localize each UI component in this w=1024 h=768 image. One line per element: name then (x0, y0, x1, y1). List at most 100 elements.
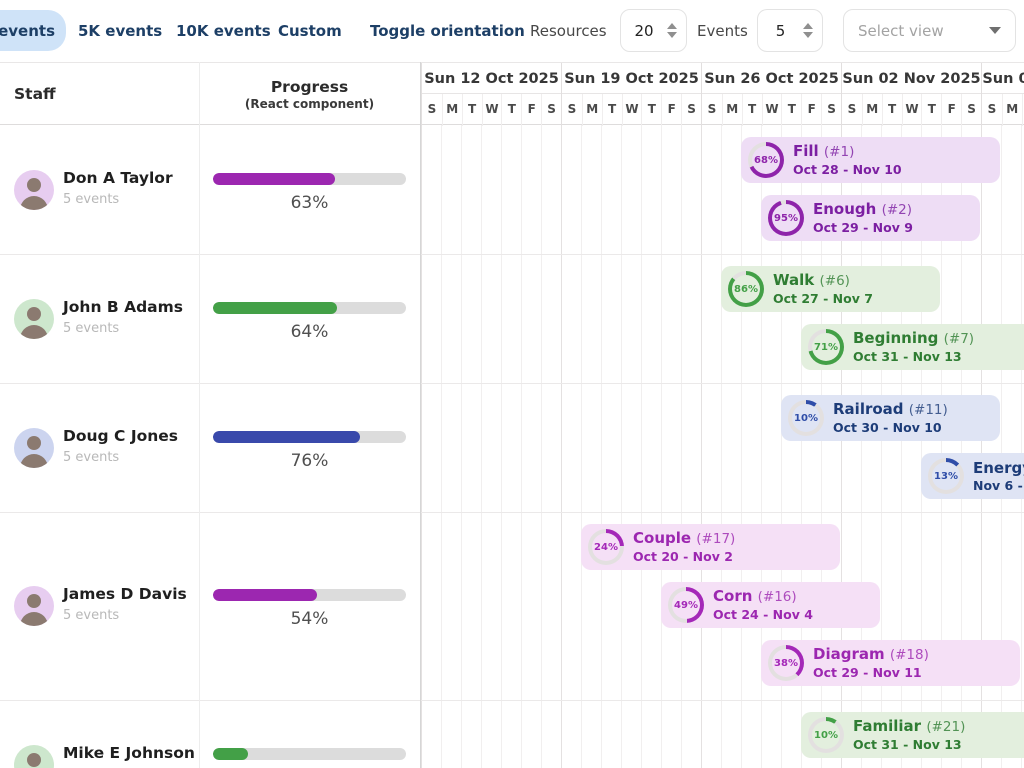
stepper-up-icon[interactable] (667, 23, 677, 29)
event-text: Corn (#16)Oct 24 - Nov 4 (713, 587, 813, 623)
day-header-cell[interactable]: T (641, 94, 661, 126)
progress-bar-fill (213, 173, 335, 185)
toggle-orientation-button[interactable]: Toggle orientation (370, 0, 525, 62)
event-percent-label: 10% (812, 721, 840, 749)
progress-header-title: Progress (271, 78, 348, 96)
day-header-cell[interactable]: T (602, 94, 622, 126)
day-header-cell[interactable]: F (661, 94, 681, 126)
day-header-cell[interactable]: W (762, 94, 782, 126)
day-header-cell[interactable]: M (442, 94, 462, 126)
day-header-cell[interactable]: S (681, 94, 701, 126)
tab-10k-events[interactable]: 10K events (176, 0, 271, 62)
panel-splitter[interactable] (420, 62, 421, 768)
progress-ring-icon: 86% (728, 271, 764, 307)
event-text: Enough (#2)Oct 29 - Nov 9 (813, 200, 913, 236)
grid-body: Don A Taylor 5 events 63% John B Adams 5 ev… (0, 125, 1024, 768)
staff-events-count: 5 events (63, 192, 119, 207)
day-header-cell[interactable]: S (541, 94, 561, 126)
avatar-person-icon (14, 745, 54, 768)
column-divider (199, 62, 200, 768)
resources-value[interactable]: 20 (621, 22, 667, 40)
week-header-cell[interactable]: Sun 02 Nov 2025SMTWTFS (841, 63, 981, 126)
day-header-cell[interactable]: W (902, 94, 922, 126)
day-header-cell[interactable]: S (702, 94, 722, 126)
day-header-cell[interactable]: W (622, 94, 642, 126)
week-label: Sun 26 Oct 2025 (702, 63, 841, 94)
tab-events-label: events (0, 22, 55, 40)
event-id-label: (#6) (819, 273, 849, 289)
day-header-cell[interactable]: T (742, 94, 762, 126)
day-header-cell[interactable]: F (801, 94, 821, 126)
day-header-cell[interactable]: M (722, 94, 742, 126)
tab-5k-events[interactable]: 5K events (78, 0, 162, 62)
event-bar[interactable]: 24%Couple (#17)Oct 20 - Nov 2 (581, 524, 840, 570)
resources-stepper-arrows (667, 23, 686, 38)
week-label: Sun 19 Oct 2025 (562, 63, 701, 94)
tab-custom[interactable]: Custom (278, 0, 342, 62)
stepper-down-icon[interactable] (667, 32, 677, 38)
day-header-cell[interactable]: S (961, 94, 981, 126)
event-bar[interactable]: 95%Enough (#2)Oct 29 - Nov 9 (761, 195, 980, 241)
staff-events-count: 5 events (63, 608, 119, 623)
day-header-cell[interactable]: F (941, 94, 961, 126)
progress-bar (213, 431, 406, 443)
day-header-cell[interactable]: M (1002, 94, 1022, 126)
event-dates-label: Oct 27 - Nov 7 (773, 291, 873, 307)
event-bar[interactable]: 38%Diagram (#18)Oct 29 - Nov 11 (761, 640, 1020, 686)
progress-bar-fill (213, 748, 248, 760)
day-header-cell[interactable]: S (842, 94, 862, 126)
progress-bar-fill (213, 302, 337, 314)
event-bar[interactable]: 10%Familiar (#21)Oct 31 - Nov 13 (801, 712, 1024, 758)
event-bar[interactable]: 10%Railroad (#11)Oct 30 - Nov 10 (781, 395, 1000, 441)
progress-bar (213, 173, 406, 185)
events-stepper[interactable]: 5 (757, 9, 823, 52)
week-header-cell[interactable]: Sun 19 Oct 2025SMTWTFS (561, 63, 701, 126)
events-value[interactable]: 5 (758, 22, 803, 40)
avatar-person-icon (14, 299, 54, 339)
staff-column-header[interactable]: Staff (14, 63, 56, 126)
progress-column-header[interactable]: Progress (React component) (199, 63, 420, 126)
day-header-cell[interactable]: S (821, 94, 841, 126)
row-separator (0, 254, 1024, 255)
event-bar[interactable]: 13%EnergyNov 6 - N (921, 453, 1024, 499)
event-bar[interactable]: 49% Corn (#16)Oct 24 - Nov 4 (661, 582, 880, 628)
progress-bar (213, 302, 406, 314)
event-percent-label: 49% (672, 591, 700, 619)
staff-name[interactable]: James D Davis (63, 585, 187, 603)
week-header-cell[interactable]: Sun 09 Nov 2025SMTWTFS (981, 63, 1024, 126)
day-header-cell[interactable]: T (462, 94, 482, 126)
day-header-cell[interactable]: T (501, 94, 521, 126)
event-percent-label: 68% (752, 146, 780, 174)
day-header-cell[interactable]: T (781, 94, 801, 126)
event-dates-label: Oct 29 - Nov 9 (813, 220, 913, 236)
progress-ring-icon: 24% (588, 529, 624, 565)
week-label: Sun 02 Nov 2025 (842, 63, 981, 94)
day-header-cell[interactable]: S (982, 94, 1002, 126)
day-header-cell[interactable]: W (482, 94, 502, 126)
staff-name[interactable]: Doug C Jones (63, 427, 178, 445)
stepper-down-icon[interactable] (803, 32, 813, 38)
staff-name[interactable]: Mike E Johnson (63, 744, 195, 762)
avatar-person-icon (14, 428, 54, 468)
select-view-dropdown[interactable]: Select view (843, 9, 1016, 52)
week-header-cell[interactable]: Sun 26 Oct 2025SMTWTFS (701, 63, 841, 126)
day-header-cell[interactable]: S (422, 94, 442, 126)
event-bar[interactable]: 71%Beginning (#7)Oct 31 - Nov 13 (801, 324, 1024, 370)
event-bar[interactable]: 86%Walk (#6)Oct 27 - Nov 7 (721, 266, 940, 312)
resources-stepper[interactable]: 20 (620, 9, 687, 52)
day-header-cell[interactable]: M (582, 94, 602, 126)
progress-percent-label: 63% (213, 193, 406, 213)
stepper-up-icon[interactable] (803, 23, 813, 29)
week-header-cell[interactable]: Sun 12 Oct 2025SMTWTFS (421, 63, 561, 126)
day-header-cell[interactable]: M (862, 94, 882, 126)
staff-events-count: 5 events (63, 450, 119, 465)
day-header-cell[interactable]: T (882, 94, 902, 126)
event-text: Walk (#6)Oct 27 - Nov 7 (773, 271, 873, 307)
day-header-cell[interactable]: T (921, 94, 941, 126)
event-bar[interactable]: 68%Fill (#1)Oct 28 - Nov 10 (741, 137, 1000, 183)
staff-name[interactable]: Don A Taylor (63, 169, 173, 187)
staff-name[interactable]: John B Adams (63, 298, 183, 316)
tab-events-active[interactable]: events (0, 10, 66, 51)
day-header-cell[interactable]: F (521, 94, 541, 126)
day-header-cell[interactable]: S (562, 94, 582, 126)
